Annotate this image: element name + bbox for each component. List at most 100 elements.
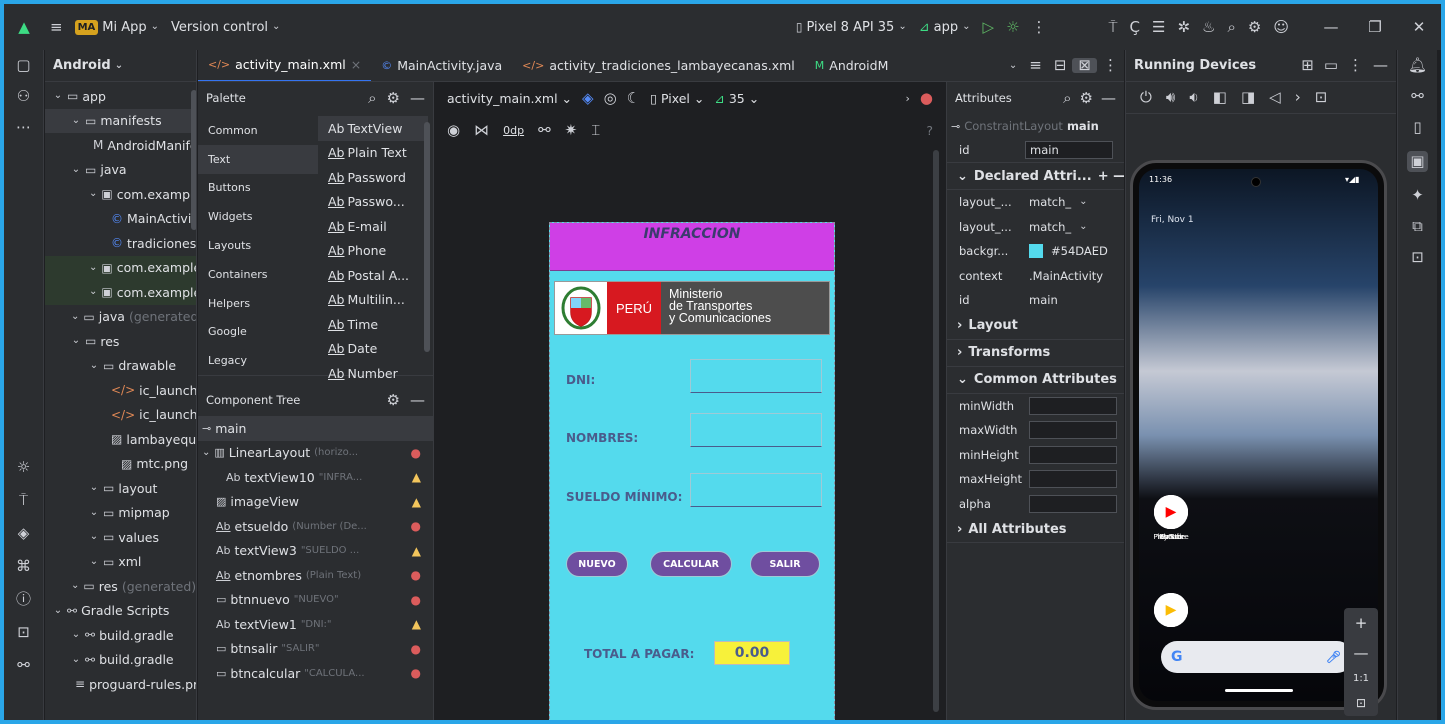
- more-vertical-icon[interactable]: ⋮: [1097, 58, 1124, 73]
- zoom-out-icon[interactable]: —: [1354, 644, 1369, 662]
- minimize-icon[interactable]: —: [1101, 90, 1116, 106]
- terminal-icon[interactable]: ⊡: [17, 625, 30, 640]
- night-mode-icon[interactable]: ☾: [627, 90, 640, 106]
- input-dni[interactable]: [690, 359, 822, 393]
- structure-icon[interactable]: ⚇: [17, 89, 30, 104]
- autoconnect-icon[interactable]: ⋈: [474, 122, 489, 138]
- component-item[interactable]: Ab textView10 "INFRA... ▲: [198, 465, 433, 490]
- error-icon[interactable]: ●: [920, 90, 933, 106]
- tree-item[interactable]: ⌄ ▭ manifests: [45, 108, 196, 133]
- close-button[interactable]: ✕: [1397, 13, 1441, 41]
- back-icon[interactable]: ◁: [1269, 90, 1281, 105]
- project-view-selector[interactable]: Android ⌄: [45, 50, 196, 82]
- tree-item[interactable]: ⌄ ▭ res: [45, 329, 196, 354]
- input-nombres[interactable]: [690, 413, 822, 447]
- palette-scrollbar[interactable]: [424, 122, 430, 352]
- search-icon[interactable]: ⌕: [368, 90, 376, 106]
- tab-1[interactable]: © MainActivity.java: [371, 50, 512, 81]
- rotate-right-icon[interactable]: ◨: [1241, 90, 1255, 105]
- default-margin-button[interactable]: 0dp: [503, 124, 524, 137]
- tree-item[interactable]: ▨ mtc.png: [45, 452, 196, 477]
- warning-icon[interactable]: ▲: [412, 617, 433, 631]
- all-attributes-section[interactable]: › All Attributes: [947, 516, 1124, 543]
- palette-category[interactable]: Helpers: [198, 289, 318, 318]
- palette-item[interactable]: Ab Plain Text: [318, 141, 428, 166]
- google-search-bar[interactable]: G 🎤︎: [1161, 641, 1353, 673]
- app-inspection-button[interactable]: ✲: [1171, 13, 1196, 41]
- palette-item[interactable]: Ab Multilin...: [318, 288, 428, 313]
- attribute-value[interactable]: match_: [1029, 195, 1071, 209]
- preview-header[interactable]: INFRACCION: [550, 223, 834, 271]
- app-icon[interactable]: ▶: [1151, 593, 1191, 631]
- attribute-input[interactable]: [1029, 421, 1117, 440]
- restore-button[interactable]: ❐: [1353, 13, 1397, 41]
- button-calcular[interactable]: CALCULAR: [650, 551, 732, 577]
- chevron-right-icon[interactable]: ›: [906, 93, 910, 104]
- settings-button[interactable]: ⚙: [1242, 13, 1267, 41]
- tree-item[interactable]: ⌄ ▭ app: [45, 84, 196, 109]
- attribute-section[interactable]: › Transforms: [947, 340, 1124, 367]
- error-icon[interactable]: ●: [411, 568, 433, 582]
- tree-item[interactable]: ⌄ ▣ com.example: [45, 182, 196, 207]
- total-value[interactable]: 0.00: [714, 641, 790, 665]
- main-menu-button[interactable]: ≡: [44, 13, 69, 41]
- app-icon[interactable]: ▶ YouTube: [1151, 495, 1191, 541]
- attribute-section[interactable]: ⌄ Common Attributes: [947, 367, 1124, 394]
- account-button[interactable]: ☺: [1267, 13, 1295, 41]
- palette-category[interactable]: Common: [198, 116, 318, 145]
- layout-preview[interactable]: INFRACCION PERÚ Ministerio de Transporte…: [549, 222, 835, 720]
- guidelines-icon[interactable]: ⌶: [591, 122, 600, 138]
- tree-item[interactable]: ▨lambayeque: [45, 427, 196, 452]
- sdk-manager-button[interactable]: ⍑: [1103, 13, 1124, 41]
- palette-item[interactable]: Ab Password: [318, 165, 428, 190]
- error-icon[interactable]: ●: [411, 593, 433, 607]
- more-vertical-icon[interactable]: ⋮: [1348, 58, 1363, 73]
- minimize-button[interactable]: —: [1309, 13, 1353, 41]
- hammer-icon[interactable]: ⍑: [19, 493, 28, 508]
- project-folder-icon[interactable]: ▢: [16, 58, 30, 73]
- tree-item[interactable]: </>ic_launcher: [45, 378, 196, 403]
- minimize-icon[interactable]: —: [410, 392, 425, 408]
- attribute-value[interactable]: main: [1029, 293, 1058, 307]
- tree-item[interactable]: © tradiciones: [45, 231, 196, 256]
- palette-category[interactable]: Widgets: [198, 202, 318, 231]
- code-view-icon[interactable]: ≡: [1023, 58, 1048, 73]
- gradle-sync-button[interactable]: ♨: [1196, 13, 1221, 41]
- attribute-input[interactable]: [1029, 470, 1117, 489]
- tree-item[interactable]: ⌄ ▭ values: [45, 525, 196, 550]
- device-selector[interactable]: ▯ Pixel 8 API 35 ⌄: [790, 13, 913, 41]
- volume-up-icon[interactable]: 🔊︎: [1166, 90, 1175, 105]
- attribute-value[interactable]: match_: [1029, 220, 1071, 234]
- layout-file-selector[interactable]: activity_main.xml ⌄: [447, 91, 572, 106]
- tree-item[interactable]: ⌄ ▣ com.example: [45, 255, 196, 280]
- gradle-icon[interactable]: ⚯: [1411, 89, 1424, 104]
- tree-item[interactable]: ⌄ ▭ java (generated): [45, 305, 196, 330]
- gem-icon[interactable]: ◈: [18, 526, 30, 541]
- new-tab-icon[interactable]: ⊞: [1301, 58, 1314, 73]
- blueprint-icon[interactable]: ◎: [604, 90, 617, 106]
- component-item[interactable]: ⌄ ▥ LinearLayout (horizo... ●: [198, 441, 433, 466]
- button-salir[interactable]: SALIR: [750, 551, 820, 577]
- label-nombres[interactable]: NOMBRES:: [566, 431, 638, 445]
- gear-icon[interactable]: ⚙: [1080, 90, 1093, 106]
- gemini-icon[interactable]: ✦: [1411, 188, 1424, 203]
- design-mode-icon[interactable]: ◈: [582, 90, 594, 106]
- error-icon[interactable]: ●: [411, 519, 433, 533]
- label-sueldo[interactable]: SUELDO MÍNIMO:: [566, 490, 682, 504]
- tree-item[interactable]: ⌄ ▭ res (generated): [45, 574, 196, 599]
- forward-icon[interactable]: ›: [1295, 90, 1301, 105]
- component-root[interactable]: ⊸ main: [198, 416, 433, 441]
- attribute-section[interactable]: › Layout: [947, 313, 1124, 340]
- error-icon[interactable]: ●: [411, 666, 433, 680]
- rotate-left-icon[interactable]: ◧: [1213, 90, 1227, 105]
- warning-icon[interactable]: ▲: [412, 470, 433, 484]
- color-swatch[interactable]: [1029, 244, 1043, 259]
- palette-item[interactable]: Ab Passwo...: [318, 190, 428, 215]
- project-selector[interactable]: MA Mi App ⌄: [69, 13, 165, 41]
- minimize-icon[interactable]: —: [410, 90, 425, 106]
- tree-item[interactable]: ⌄ ⚯ build.gradle: [45, 623, 196, 648]
- api-selector[interactable]: ⊿ 35 ⌄: [714, 91, 759, 106]
- component-item[interactable]: Ab textView3 "SUELDO ... ▲: [198, 539, 433, 564]
- component-item[interactable]: ▭ btnnuevo "NUEVO" ●: [198, 588, 433, 613]
- gear-icon[interactable]: ⚙: [387, 90, 400, 106]
